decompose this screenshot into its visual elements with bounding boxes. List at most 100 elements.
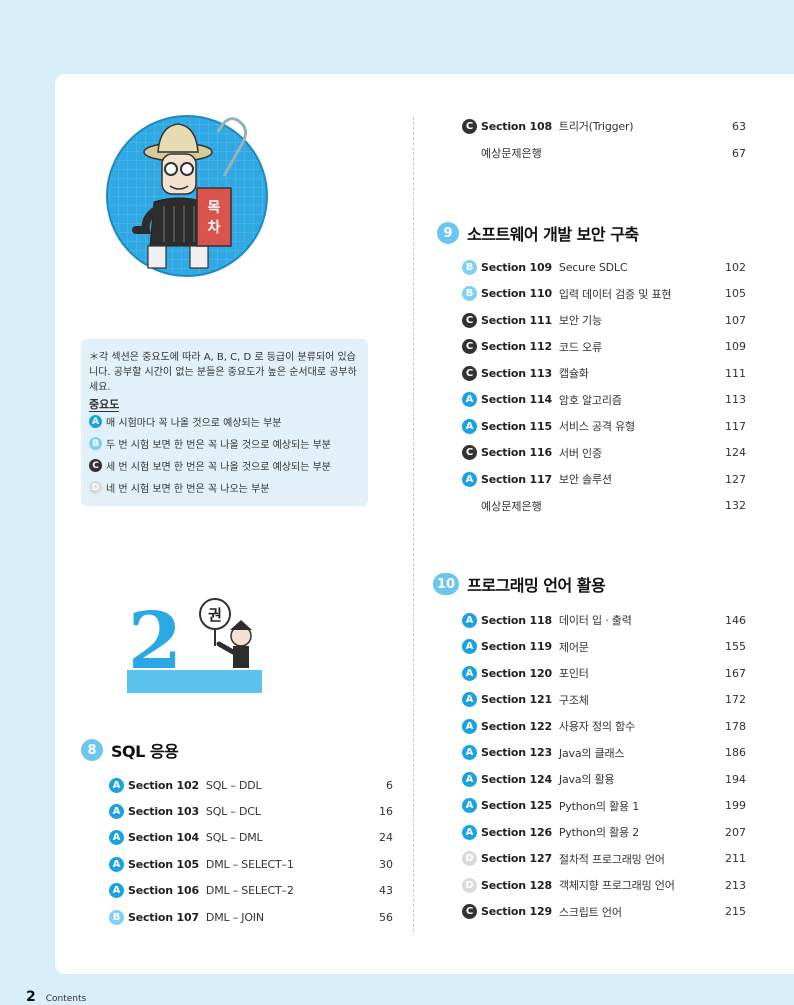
page-number: 132 [725,499,746,512]
chapter-9-heading[interactable]: 9 소프트웨어 개발 보안 구축 [437,221,639,245]
page-number: 186 [725,746,746,759]
toc-row[interactable]: D Section 128 객체지향 프로그래밍 언어 213 [462,876,746,894]
toc-row[interactable]: 예상문제은행 67 [462,144,746,162]
toc-row[interactable]: A Section 102 SQL – DDL 6 [109,776,393,794]
page-number: 102 [725,260,746,274]
section-title: Python의 활용 2 [558,826,640,839]
section-title: 포인터 [558,667,589,680]
page-number: 6 [386,778,393,792]
page-number: 167 [725,666,746,680]
grade-c-icon: C [462,312,477,328]
toc-row[interactable]: A Section 126 Python의 활용 2 207 [462,823,746,841]
toc-row[interactable]: A Section 119 제어문 155 [462,638,746,656]
toc-row[interactable]: B Section 107 DML – JOIN 56 [109,908,393,926]
section-title: 캡슐화 [558,367,589,380]
toc-row[interactable]: A Section 106 DML – SELECT–2 43 [109,882,393,900]
section-title: 객체지향 프로그래밍 언어 [558,879,675,892]
toc-row[interactable]: A Section 103 SQL – DCL 16 [109,802,393,820]
toc-row[interactable]: C Section 108 트리거(Trigger) 63 [462,117,746,135]
section-number: Section 124 [481,772,552,786]
toc-row[interactable]: B Section 110 입력 데이터 검증 및 표현 105 [462,285,746,303]
section-title: 서비스 공격 유형 [558,420,635,433]
grade-c-icon: C [462,445,477,460]
grade-a-icon: A [462,745,477,760]
grade-a-icon: A [109,830,124,846]
section-title: Java의 활용 [558,773,615,786]
page-number: 124 [725,446,746,459]
page-number: 155 [725,640,746,653]
legend-grade-c: C 세 번 시험 보면 한 번은 꼭 나올 것으로 예상되는 부분 [89,458,331,473]
section-number: Section 106 [128,884,199,898]
page-number: 16 [379,804,393,818]
legend-grade-text: 두 번 시험 보면 한 번은 꼭 나올 것으로 예상되는 부분 [106,440,331,451]
section-number: Section 123 [481,746,552,759]
toc-row[interactable]: A Section 114 암호 알고리즘 113 [462,391,746,409]
section-title: 보안 솔루션 [558,473,612,486]
grade-a-icon: A [462,665,477,681]
section-number: Section 126 [481,825,552,839]
grade-a-icon: A [109,856,124,872]
page-footer: 2 Contents [26,989,86,1005]
legend-grade-text: 세 번 시험 보면 한 번은 꼭 나올 것으로 예상되는 부분 [106,462,331,473]
page-number: 43 [379,884,393,898]
toc-row[interactable]: C Section 112 코드 오류 109 [462,338,746,356]
legend-grade-a: A 매 시험마다 꼭 나올 것으로 예상되는 부분 [89,414,281,429]
mascot-illustration: 목 차 [106,115,268,277]
toc-row[interactable]: D Section 127 절차적 프로그래밍 언어 211 [462,850,746,868]
section-title: 데이터 입 · 출력 [558,614,632,627]
chapter-title: SQL 응용 [111,742,179,761]
section-title: DML – SELECT–1 [205,857,294,871]
section-title: 예상문제은행 [481,499,542,513]
chapter-number-badge: 10 [433,573,460,595]
chapter-8-heading[interactable]: 8 SQL 응용 [81,738,179,762]
toc-row[interactable]: A Section 104 SQL – DML 24 [109,829,393,847]
grade-a-icon: A [462,471,477,487]
toc-row[interactable]: 예상문제은행 132 [462,497,746,515]
part-number-graphic: 2 권 [127,596,262,693]
section-number: Section 111 [481,313,552,327]
toc-row[interactable]: A Section 118 데이터 입 · 출력 146 [462,611,746,629]
legend-grade-text: 네 번 시험 보면 한 번은 꼭 나오는 부분 [106,484,270,495]
grade-a-icon: A [462,771,477,787]
grade-b-icon: B [89,437,102,450]
section-title: 구조체 [558,693,589,707]
section-number: Section 116 [481,446,552,459]
toc-row[interactable]: C Section 116 서버 인증 124 [462,444,746,462]
page-number: 56 [379,910,393,924]
section-number: Section 115 [481,419,552,433]
chapter-title: 소프트웨어 개발 보안 구축 [467,225,639,244]
toc-row[interactable]: A Section 120 포인터 167 [462,664,746,682]
grade-d-icon: D [462,851,477,866]
toc-row[interactable]: A Section 105 DML – SELECT–1 30 [109,855,393,873]
section-title: 예상문제은행 [481,147,542,160]
toc-row[interactable]: C Section 111 보안 기능 107 [462,311,746,329]
section-number: Section 122 [481,719,552,733]
section-title: DML – SELECT–2 [205,884,294,898]
toc-row[interactable]: A Section 123 Java의 클래스 186 [462,744,746,762]
grade-b-icon: B [109,909,124,925]
toc-row[interactable]: A Section 121 구조체 172 [462,691,746,709]
section-number: Section 110 [481,287,552,300]
grade-a-icon: A [462,418,477,434]
part-number: 2 [128,596,182,687]
section-number: Section 109 [481,260,552,274]
grade-a-icon: A [109,777,124,793]
page-number: 213 [725,878,746,892]
toc-row[interactable]: C Section 113 캡슐화 111 [462,364,746,382]
toc-row[interactable]: A Section 117 보안 솔루션 127 [462,470,746,488]
toc-row[interactable]: A Section 115 서비스 공격 유형 117 [462,417,746,435]
section-number: Section 113 [481,366,552,380]
page-number: 30 [379,857,393,871]
grade-a-icon: A [462,718,477,734]
chapter-10-heading[interactable]: 10 프로그래밍 언어 활용 [433,572,606,596]
page-number: 113 [725,393,746,406]
toc-row[interactable]: A Section 125 Python의 활용 1 199 [462,797,746,815]
page-number: 2 [26,989,36,1005]
section-number: Section 114 [481,393,552,406]
toc-row[interactable]: B Section 109 Secure SDLC 102 [462,258,746,276]
toc-row[interactable]: C Section 129 스크립트 언어 215 [462,903,746,921]
page-number: 63 [732,119,746,133]
toc-row[interactable]: A Section 124 Java의 활용 194 [462,770,746,788]
page-number: 215 [725,905,746,918]
toc-row[interactable]: A Section 122 사용자 정의 함수 178 [462,717,746,735]
